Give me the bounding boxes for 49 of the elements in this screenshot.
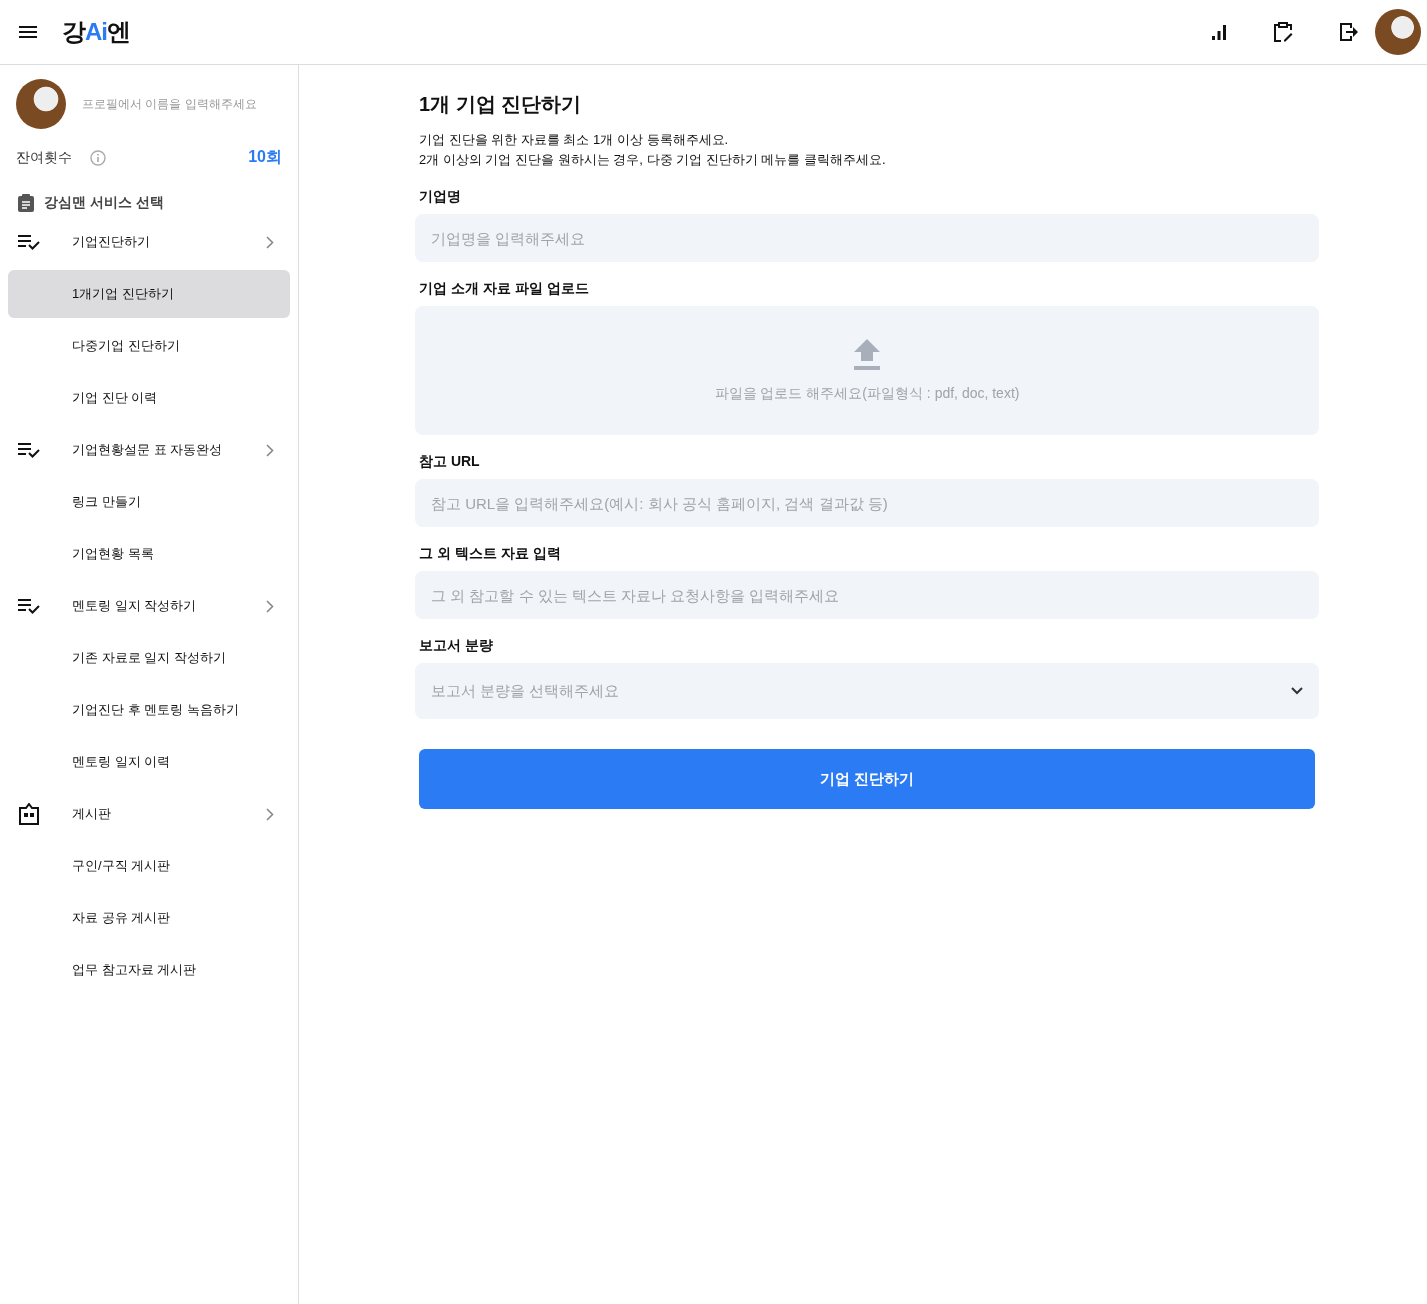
text-input-field[interactable]: 참고 URL을 입력해주세요(예시: 회사 공식 홈페이지, 검색 결과값 등): [415, 479, 1319, 527]
section-title: 강심맨 서비스 선택: [44, 194, 164, 212]
chevron-right-icon: [266, 807, 274, 821]
field-label: 참고 URL: [418, 453, 481, 471]
menu-item[interactable]: 기업현황 목록: [8, 530, 290, 578]
menu-item[interactable]: 링크 만들기: [8, 478, 290, 526]
logo: 강Ai엔: [62, 17, 130, 47]
clipboard-edit-icon[interactable]: [1273, 22, 1293, 42]
field-label: 보고서 분량: [418, 637, 494, 655]
field-label: 그 외 텍스트 자료 입력: [418, 545, 562, 563]
menu-button[interactable]: [18, 24, 38, 40]
list-check-icon: [18, 598, 40, 614]
description-text: 기업 진단을 위한 자료를 최소 1개 이상 등록해주세요.: [418, 131, 730, 149]
remaining-count: 10회: [248, 147, 282, 167]
profile-avatar: [16, 79, 66, 129]
menu-item[interactable]: 다중기업 진단하기: [8, 322, 290, 370]
menu-group-item[interactable]: 게시판: [8, 790, 290, 838]
menu-item[interactable]: 기업진단 후 멘토링 녹음하기: [8, 686, 290, 734]
clipboard-icon: [18, 194, 34, 212]
menu-item[interactable]: 기업 진단 이력: [8, 374, 290, 422]
menu-group-item[interactable]: 기업진단하기: [8, 218, 290, 266]
menu-item[interactable]: 자료 공유 게시판: [8, 894, 290, 942]
list-check-icon: [18, 442, 40, 458]
user-avatar[interactable]: [1375, 9, 1421, 55]
chevron-right-icon: [266, 599, 274, 613]
chevron-right-icon: [266, 235, 274, 249]
page-title: 1개 기업 진단하기: [418, 92, 583, 117]
chevron-down-icon: [1291, 687, 1303, 695]
list-check-icon: [18, 234, 40, 250]
menu-group-item[interactable]: 멘토링 일지 작성하기: [8, 582, 290, 630]
menu-item[interactable]: 기존 자료로 일지 작성하기: [8, 634, 290, 682]
menu-item[interactable]: 업무 참고자료 게시판: [8, 946, 290, 994]
menu-item[interactable]: 멘토링 일지 이력: [8, 738, 290, 786]
menu-group-item[interactable]: 기업현황설문 표 자동완성: [8, 426, 290, 474]
text-input-field[interactable]: 기업명을 입력해주세요: [415, 214, 1319, 262]
field-label: 기업 소개 자료 파일 업로드: [418, 280, 590, 298]
text-input-field[interactable]: 그 외 참고할 수 있는 텍스트 자료나 요청사항을 입력해주세요: [415, 571, 1319, 619]
remaining-label: 잔여횟수: [16, 148, 72, 167]
building-icon: [18, 803, 40, 825]
upload-icon: [853, 338, 881, 371]
menu-item[interactable]: 구인/구직 게시판: [8, 842, 290, 890]
logout-icon[interactable]: [1339, 22, 1359, 42]
bar-chart-icon[interactable]: [1211, 24, 1227, 40]
description-text: 2개 이상의 기업 진단을 원하시는 경우, 다중 기업 진단하기 메뉴를 클릭해주세요.: [418, 151, 887, 169]
field-label: 기업명: [418, 188, 462, 206]
menu-item[interactable]: 1개기업 진단하기: [8, 270, 290, 318]
chevron-right-icon: [266, 443, 274, 457]
upload-hint: 파일을 업로드 해주세요(파일형식 : pdf, doc, text): [714, 384, 1020, 403]
submit-button[interactable]: 기업 진단하기: [419, 749, 1315, 809]
